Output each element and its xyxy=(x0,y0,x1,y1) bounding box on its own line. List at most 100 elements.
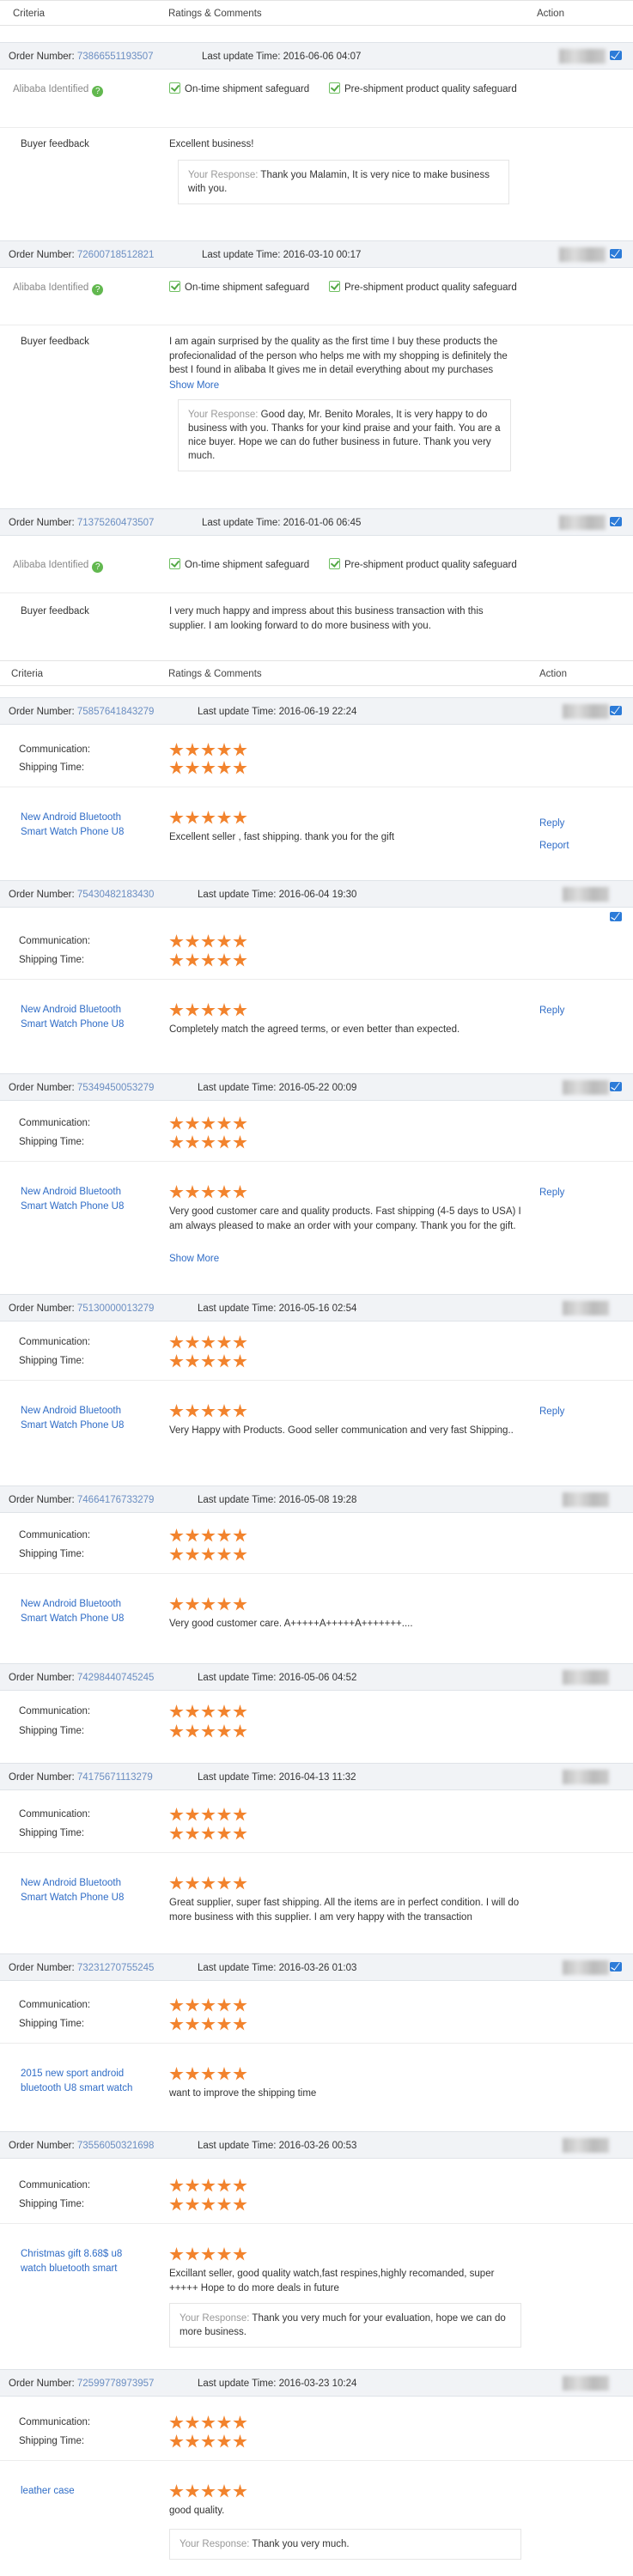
star-icon xyxy=(201,953,216,967)
star-icon xyxy=(201,2247,216,2261)
order-number-link[interactable]: 74664176733279 xyxy=(77,1495,155,1505)
shipping-time-label: Shipping Time: xyxy=(19,1549,85,1559)
comment-text: Excillant seller, good quality watch,fas… xyxy=(169,2269,495,2293)
star-rating xyxy=(169,1876,249,1890)
help-icon[interactable]: ? xyxy=(92,562,104,573)
communication-label: Communication: xyxy=(19,1809,91,1820)
product-link[interactable]: New Android Bluetooth Smart Watch Phone … xyxy=(21,1876,149,1905)
order-number-link[interactable]: 74175671113279 xyxy=(77,1772,153,1783)
star-icon xyxy=(233,1135,247,1149)
order-number-link[interactable]: 73556050321698 xyxy=(77,2141,155,2151)
order-number-link[interactable]: 71375260473507 xyxy=(77,518,155,528)
buyer-name xyxy=(563,887,609,902)
star-icon xyxy=(185,1003,200,1017)
buyer-name xyxy=(559,247,606,262)
reply-button[interactable]: Reply xyxy=(539,1004,564,1018)
star-icon xyxy=(169,1185,184,1199)
update-time-value: 2016-03-23 10:24 xyxy=(278,2379,357,2389)
update-time: Last update Time: 2016-05-06 04:52 xyxy=(198,1673,356,1683)
update-time-label: Last update Time: xyxy=(198,2379,277,2389)
star-icon xyxy=(185,1826,200,1840)
message-icon[interactable] xyxy=(610,51,622,60)
reply-button[interactable]: Reply xyxy=(539,1405,564,1419)
report-button[interactable]: Report xyxy=(539,839,569,854)
star-rating xyxy=(169,2415,249,2429)
update-time-value: 2016-03-26 01:03 xyxy=(278,1963,357,1973)
star-icon xyxy=(185,743,200,756)
star-icon xyxy=(216,1998,232,2012)
order-number-link[interactable]: 74298440745245 xyxy=(77,1673,155,1683)
star-icon xyxy=(216,1724,232,1738)
message-icon[interactable] xyxy=(610,1962,622,1971)
star-icon xyxy=(201,1876,216,1890)
alibaba-identified-label: Alibaba Identified? xyxy=(13,558,104,573)
star-icon xyxy=(169,2067,184,2081)
message-icon[interactable] xyxy=(610,1082,622,1091)
product-link[interactable]: New Android Bluetooth Smart Watch Phone … xyxy=(21,1404,149,1432)
divider xyxy=(0,2460,633,2461)
star-icon xyxy=(201,1116,216,1130)
product-link[interactable]: New Android Bluetooth Smart Watch Phone … xyxy=(21,1597,149,1625)
star-icon xyxy=(216,1807,232,1821)
order-number-link[interactable]: 75130000013279 xyxy=(77,1303,155,1314)
product-link[interactable]: New Android Bluetooth Smart Watch Phone … xyxy=(21,1185,149,1213)
product-link[interactable]: leather case xyxy=(21,2484,149,2499)
update-time: Last update Time: 2016-05-16 02:54 xyxy=(198,1303,356,1314)
star-rating xyxy=(169,953,249,967)
star-icon xyxy=(233,1116,247,1130)
message-icon[interactable] xyxy=(610,912,622,921)
order-number-link[interactable]: 75349450053279 xyxy=(77,1083,155,1093)
order-number-link[interactable]: 75857641843279 xyxy=(77,707,155,717)
message-icon[interactable] xyxy=(610,517,622,526)
message-icon[interactable] xyxy=(610,249,622,258)
reply-button[interactable]: Reply xyxy=(539,1186,564,1200)
help-icon[interactable]: ? xyxy=(92,284,104,295)
show-more-link[interactable]: Show More xyxy=(169,379,219,393)
star-rating xyxy=(169,2434,249,2448)
buyer-name xyxy=(559,49,606,64)
star-icon xyxy=(216,953,232,967)
product-link[interactable]: 2015 new sport android bluetooth U8 smar… xyxy=(21,2067,149,2095)
order-number: Order Number: 73231270755245 xyxy=(9,1963,154,1973)
order-number-link[interactable]: 72600718512821 xyxy=(77,250,155,260)
update-time-label: Last update Time: xyxy=(198,1772,277,1783)
communication-label: Communication: xyxy=(19,1337,91,1347)
order-number-label: Order Number: xyxy=(9,2141,75,2151)
product-link[interactable]: New Android Bluetooth Smart Watch Phone … xyxy=(21,811,149,839)
response-box: Your Response: Thank you Malamin, It is … xyxy=(178,160,509,205)
star-rating xyxy=(169,1998,249,2012)
star-icon xyxy=(233,1998,247,2012)
order-number-label: Order Number: xyxy=(9,1772,75,1783)
criteria-header: Criteria xyxy=(11,669,44,679)
update-time-value: 2016-06-19 22:24 xyxy=(278,707,357,717)
star-icon xyxy=(185,934,200,948)
star-icon xyxy=(201,1003,216,1017)
star-icon xyxy=(216,811,232,824)
star-icon xyxy=(233,1807,247,1821)
help-icon[interactable]: ? xyxy=(92,86,104,97)
shipping-time-label: Shipping Time: xyxy=(19,762,85,773)
buyer-feedback-label: Buyer feedback xyxy=(21,337,89,347)
star-rating xyxy=(169,1528,249,1542)
update-time-value: 2016-05-16 02:54 xyxy=(278,1303,357,1314)
order-number-link[interactable]: 73866551193507 xyxy=(77,52,154,62)
star-icon xyxy=(233,1354,247,1368)
buyer-name xyxy=(563,1770,609,1784)
order-number-link[interactable]: 72599778973957 xyxy=(77,2379,155,2389)
order-number-link[interactable]: 75430482183430 xyxy=(77,890,155,900)
show-more-link[interactable]: Show More xyxy=(169,1252,219,1267)
star-rating xyxy=(169,934,249,948)
product-link[interactable]: Christmas gift 8.68$ u8 watch bluetooth … xyxy=(21,2247,149,2275)
message-icon[interactable] xyxy=(610,706,622,715)
action-header: Action xyxy=(537,9,564,19)
update-time: Last update Time: 2016-01-06 06:45 xyxy=(202,518,362,528)
reply-button[interactable]: Reply xyxy=(539,817,564,831)
shipping-time-label: Shipping Time: xyxy=(19,1137,85,1147)
order-number-link[interactable]: 73231270755245 xyxy=(77,1963,155,1973)
buyer-name xyxy=(563,2376,609,2391)
star-icon xyxy=(233,1003,247,1017)
product-link[interactable]: New Android Bluetooth Smart Watch Phone … xyxy=(21,1003,149,1031)
update-time-value: 2016-05-22 00:09 xyxy=(278,1083,357,1093)
on-time-safeguard: On-time shipment safeguard xyxy=(169,82,309,97)
shipping-time-label: Shipping Time: xyxy=(19,2199,85,2209)
